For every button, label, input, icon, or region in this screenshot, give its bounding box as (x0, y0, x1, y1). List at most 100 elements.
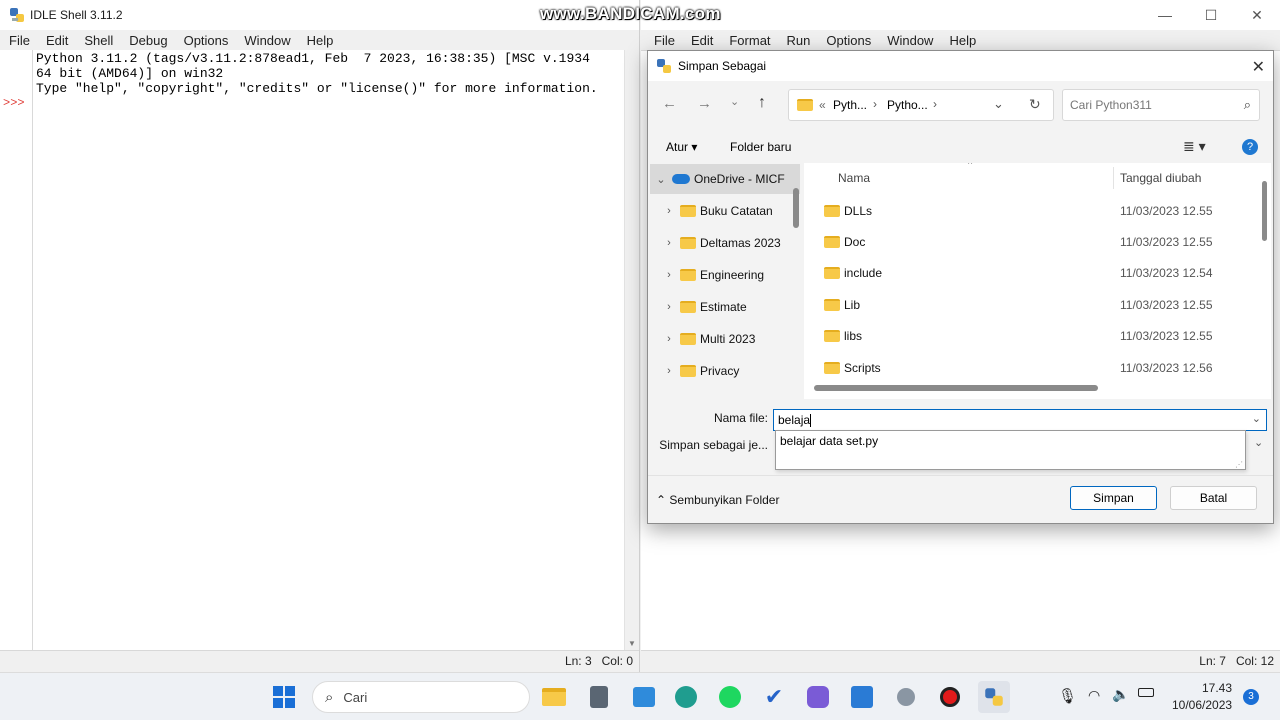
nav-item-label: Estimate (700, 300, 747, 314)
shell-menu-help[interactable]: Help (302, 33, 339, 48)
microphone-icon[interactable]: 🎙 (1058, 687, 1077, 705)
file-row[interactable]: Scripts 11/03/2023 12.56 (804, 352, 1254, 383)
search-icon[interactable]: ⌕ (1244, 97, 1251, 113)
nav-item-folder[interactable]: › Privacy (650, 356, 800, 386)
filename-dropdown-chevron-icon[interactable]: ⌄ (1252, 412, 1261, 425)
calculator-icon[interactable] (583, 681, 615, 713)
breadcrumb-separator-icon: › (873, 97, 877, 111)
expand-chevron-icon[interactable]: › (658, 205, 680, 217)
folder-icon (797, 99, 813, 111)
editor-menu-window[interactable]: Window (882, 33, 938, 48)
wifi-icon[interactable]: ◠ (1088, 687, 1100, 704)
nav-item-folder[interactable]: › Estimate (650, 292, 800, 322)
bandicam-record-icon[interactable] (934, 681, 966, 713)
close-icon[interactable]: ✕ (1234, 0, 1280, 30)
horizontal-scrollbar-thumb[interactable] (814, 385, 1098, 391)
nav-item-folder[interactable]: › Multi 2023 (650, 324, 800, 354)
notification-badge[interactable]: 3 (1243, 689, 1259, 705)
refresh-icon[interactable]: ↻ (1029, 96, 1041, 113)
new-folder-button[interactable]: Folder baru (730, 140, 791, 154)
shell-menu-debug[interactable]: Debug (124, 33, 172, 48)
file-row[interactable]: include 11/03/2023 12.54 (804, 257, 1254, 288)
editor-menu-file[interactable]: File (649, 33, 680, 48)
editor-menu-format[interactable]: Format (724, 33, 775, 48)
shell-menu-shell[interactable]: Shell (79, 33, 118, 48)
folder-icon (824, 329, 840, 342)
scroll-down-arrow-icon[interactable]: ▼ (628, 639, 636, 648)
expand-chevron-icon[interactable]: › (658, 301, 680, 313)
hide-folders-toggle[interactable]: ⌃ Sembunyikan Folder (656, 493, 779, 507)
photos-icon[interactable] (628, 681, 660, 713)
cancel-button[interactable]: Batal (1170, 486, 1257, 510)
forward-arrow-icon[interactable]: → (697, 95, 712, 112)
volume-icon[interactable]: 🔈 (1112, 686, 1129, 703)
organize-menu-button[interactable]: Atur ▾ (666, 140, 697, 154)
minimize-icon[interactable]: — (1142, 0, 1188, 30)
filename-input[interactable]: belaja ⌄ (773, 409, 1267, 431)
nav-item-folder[interactable]: › Deltamas 2023 (650, 228, 800, 258)
breadcrumb-item[interactable]: Pyth... (833, 98, 867, 112)
save-button[interactable]: Simpan (1070, 486, 1157, 510)
maximize-icon[interactable]: ☐ (1188, 0, 1234, 30)
file-row[interactable]: libs 11/03/2023 12.55 (804, 320, 1254, 351)
file-row[interactable]: DLLs 11/03/2023 12.55 (804, 195, 1254, 226)
vertical-scrollbar-thumb[interactable] (1262, 181, 1267, 241)
sketch-app-icon[interactable] (846, 681, 878, 713)
autocomplete-item[interactable]: belajar data set.py (780, 434, 878, 448)
expand-chevron-icon[interactable]: › (658, 333, 680, 345)
address-bar[interactable]: « Pyth... › Pytho... › ⌄ ↻ (788, 89, 1054, 121)
nav-item-folder[interactable]: › Engineering (650, 260, 800, 290)
file-explorer-icon[interactable] (538, 681, 570, 713)
recent-locations-chevron-icon[interactable]: ⌄ (730, 95, 739, 108)
dialog-close-icon[interactable]: ✕ (1252, 57, 1265, 77)
file-name: Scripts (844, 360, 881, 375)
nav-scrollbar-thumb[interactable] (793, 188, 799, 228)
breadcrumb-overflow[interactable]: « (819, 98, 826, 112)
expand-chevron-icon[interactable]: › (658, 237, 680, 249)
folder-icon (680, 333, 696, 345)
shell-menu-options[interactable]: Options (179, 33, 234, 48)
taskbar-search[interactable]: ⌕ Cari (312, 681, 530, 713)
nav-item-onedrive[interactable]: ⌄ OneDrive - MICF (650, 164, 800, 194)
start-button[interactable] (268, 681, 300, 713)
todo-icon[interactable]: ✔ (758, 681, 790, 713)
up-arrow-icon[interactable]: ↑ (758, 94, 766, 112)
resize-grip-icon[interactable]: ⋰ (1235, 460, 1243, 469)
back-arrow-icon[interactable]: ← (662, 95, 677, 112)
shell-menu-file[interactable]: File (4, 33, 35, 48)
edge-browser-icon[interactable] (670, 681, 702, 713)
file-row[interactable]: Lib 11/03/2023 12.55 (804, 289, 1254, 320)
expand-chevron-icon[interactable]: › (658, 365, 680, 377)
spotify-icon[interactable] (714, 681, 746, 713)
column-header-date[interactable]: Tanggal diubah (1120, 163, 1201, 193)
search-box[interactable]: Cari Python311 ⌕ (1062, 89, 1260, 121)
folder-icon (680, 269, 696, 281)
filetype-dropdown-chevron-icon[interactable]: ⌄ (1254, 436, 1263, 449)
clock-time[interactable]: 17.43 (1202, 681, 1232, 695)
settings-app-icon[interactable] (890, 681, 922, 713)
nav-item-folder[interactable]: › Buku Catatan (650, 196, 800, 226)
clock-date[interactable]: 10/06/2023 (1172, 698, 1232, 712)
editor-menu-help[interactable]: Help (944, 33, 981, 48)
search-input[interactable]: Cari Python311 (1070, 98, 1152, 112)
editor-menu-options[interactable]: Options (821, 33, 876, 48)
expand-chevron-icon[interactable]: › (658, 269, 680, 281)
shell-menu-edit[interactable]: Edit (41, 33, 73, 48)
copilot-icon[interactable] (802, 681, 834, 713)
shell-output-area[interactable]: Python 3.11.2 (tags/v3.11.2:878ead1, Feb… (32, 50, 624, 650)
file-row[interactable]: Doc 11/03/2023 12.55 (804, 226, 1254, 257)
shell-menu-window[interactable]: Window (239, 33, 295, 48)
battery-icon[interactable] (1138, 688, 1154, 697)
shell-scrollbar[interactable]: ▼ (624, 50, 639, 650)
help-icon[interactable]: ? (1242, 139, 1258, 155)
column-header-name[interactable]: Nama (838, 163, 870, 193)
breadcrumb-item[interactable]: Pytho... (887, 98, 928, 112)
folder-icon (824, 235, 840, 248)
expand-chevron-icon[interactable]: ⌄ (650, 173, 672, 186)
editor-menu-run[interactable]: Run (782, 33, 816, 48)
address-dropdown-chevron-icon[interactable]: ⌄ (993, 96, 1004, 112)
view-options-icon[interactable]: ≣ ▾ (1183, 138, 1206, 155)
hide-folders-label: Sembunyikan Folder (669, 493, 780, 507)
editor-menu-edit[interactable]: Edit (686, 33, 718, 48)
python-idle-taskbar-icon[interactable] (978, 681, 1010, 713)
